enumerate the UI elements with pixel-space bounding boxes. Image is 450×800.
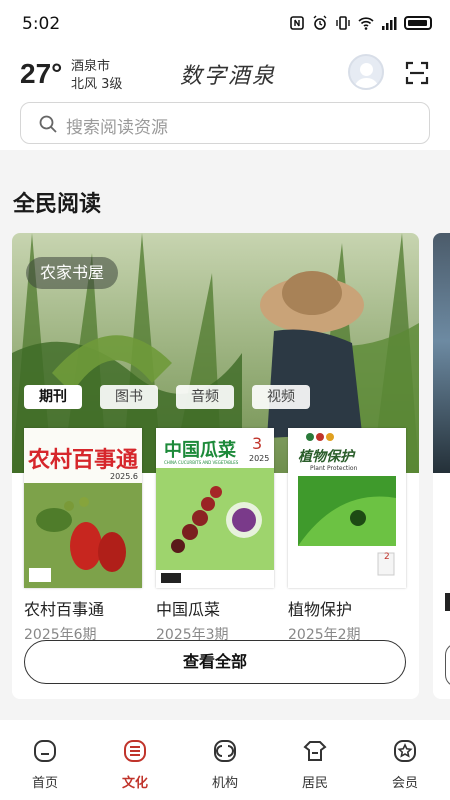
weather-wind: 北风 3级 <box>71 77 123 92</box>
cover-number: 3 <box>252 434 263 453</box>
tab-periodicals[interactable]: 期刊 <box>24 385 82 409</box>
nav-label: 文化 <box>121 776 148 791</box>
avatar-head <box>360 63 373 76</box>
weather-info: 酒泉市 北风 3级 <box>71 58 122 94</box>
next-card-text <box>445 593 450 611</box>
magazine-name: 农村百事通 <box>24 600 105 619</box>
home-icon <box>34 740 56 762</box>
magazine-item[interactable]: 农村百事通 2025.6 农村百事通 2025年6期 <box>24 428 142 644</box>
nav-culture[interactable]: 文化 <box>90 720 180 800</box>
battery-icon <box>404 16 432 30</box>
header: 27° 酒泉市 北风 3级 数字酒泉 搜索阅读资源 <box>0 50 450 150</box>
view-all-button[interactable]: 查看全部 <box>24 640 406 684</box>
search-icon <box>39 115 57 133</box>
tab-video[interactable]: 视频 <box>252 385 310 409</box>
alarm-icon <box>313 15 327 30</box>
resident-icon <box>303 741 327 761</box>
media-tabs: 期刊 图书 音频 视频 <box>24 385 310 409</box>
tab-books[interactable]: 图书 <box>100 385 158 409</box>
cover-subtitle: CHINA CUCURBITS AND VEGETABLES <box>164 460 239 465</box>
status-icons <box>289 15 432 31</box>
institution-icon <box>214 740 236 762</box>
magazine-name: 植物保护 <box>288 600 353 619</box>
nav-home[interactable]: 首页 <box>0 720 90 800</box>
temperature: 27° <box>20 58 63 89</box>
main-content: 全民阅读 农家书屋 期刊 图书 音频 视频 农村百事通 2025.6 农村百事通… <box>0 150 450 720</box>
search-placeholder: 搜索阅读资源 <box>66 118 168 138</box>
status-bar: 5:02 <box>0 0 450 50</box>
nav-label: 会员 <box>391 776 418 791</box>
avatar[interactable] <box>348 54 384 90</box>
status-time: 5:02 <box>22 14 61 34</box>
nav-label: 首页 <box>31 776 58 791</box>
magazine-item[interactable]: 植物保护 Plant Protection 2 植物保护 2025年2期 <box>288 428 406 644</box>
wifi-icon <box>358 17 374 30</box>
next-card-image <box>433 233 450 473</box>
section-title: 全民阅读 <box>13 192 102 217</box>
signal-icon <box>382 17 397 30</box>
magazine-cover[interactable]: 农村百事通 2025.6 <box>24 428 142 588</box>
bottom-tab-bar: 首页 文化 机构 居民 会员 <box>0 720 450 800</box>
next-card-button <box>445 643 450 687</box>
nav-label: 机构 <box>211 776 238 791</box>
vibrate-icon <box>336 16 350 30</box>
culture-icon <box>124 740 146 762</box>
magazine-list: 农村百事通 2025.6 农村百事通 2025年6期 中国瓜菜 CHINA CU… <box>24 428 419 644</box>
library-badge: 农家书屋 <box>26 257 119 289</box>
weather-city: 酒泉市 <box>71 59 111 74</box>
nav-resident[interactable]: 居民 <box>270 720 360 800</box>
cover-title: 植物保护 <box>298 449 354 465</box>
cover-year: 2025 <box>249 454 270 463</box>
reading-card: 农家书屋 期刊 图书 音频 视频 农村百事通 2025.6 农村百事通 2025… <box>12 233 419 699</box>
scan-icon[interactable] <box>404 60 430 86</box>
member-icon <box>394 740 416 762</box>
cover-subtitle: Plant Protection <box>310 465 358 472</box>
nav-label: 居民 <box>301 776 328 791</box>
cover-title: 农村百事通 <box>28 447 139 473</box>
nav-institution[interactable]: 机构 <box>180 720 270 800</box>
nav-member[interactable]: 会员 <box>360 720 450 800</box>
cover-number: 2 <box>384 552 390 562</box>
magazine-name: 中国瓜菜 <box>156 600 221 619</box>
tab-audio[interactable]: 音频 <box>176 385 234 409</box>
cover-date: 2025.6 <box>110 472 138 481</box>
avatar-body <box>354 78 379 88</box>
search-input[interactable]: 搜索阅读资源 <box>20 102 430 144</box>
magazine-cover[interactable]: 中国瓜菜 CHINA CUCURBITS AND VEGETABLES 3 20… <box>156 428 274 588</box>
cover-title: 中国瓜菜 <box>164 440 236 461</box>
nfc-icon <box>290 16 304 30</box>
next-card-peek[interactable] <box>433 233 450 699</box>
magazine-cover[interactable]: 植物保护 Plant Protection 2 <box>288 428 406 588</box>
app-title: 数字酒泉 <box>180 64 277 89</box>
magazine-item[interactable]: 中国瓜菜 CHINA CUCURBITS AND VEGETABLES 3 20… <box>156 428 274 644</box>
